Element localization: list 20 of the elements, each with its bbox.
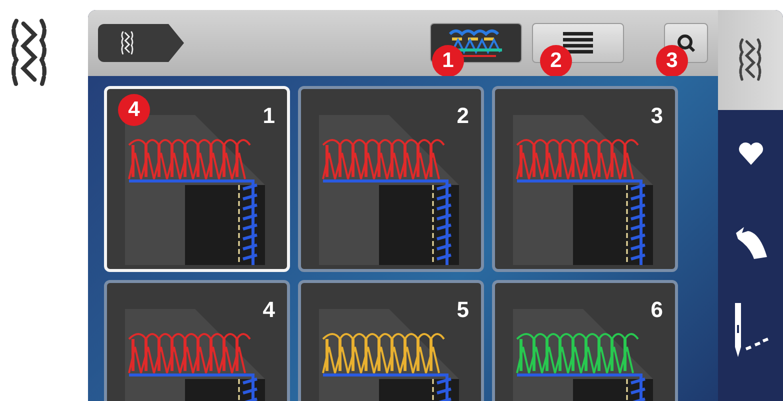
search-icon [676,33,696,53]
stitch-icon [737,38,764,82]
list-icon [563,32,593,54]
number-callout-tooltip: 3 [656,45,688,77]
stitch-tile[interactable]: 4 [104,280,290,401]
heart-icon [738,142,764,166]
stitch-tile[interactable]: 5 [298,280,484,401]
stitch-tile[interactable]: 6 [492,280,678,401]
stitch-tile[interactable]: 3 [492,86,678,272]
tile-number: 3 [650,103,663,129]
tile-number: 5 [456,297,469,323]
stitch-icon [120,31,134,55]
tile-number: 1 [262,103,275,129]
needle-icon [732,303,768,357]
breadcrumb-tab[interactable] [98,24,184,62]
side-tab[interactable] [718,10,783,110]
stitch-tile[interactable]: 2 [298,86,484,272]
tile-number: 4 [262,297,275,323]
tile-number: 2 [456,103,469,129]
tile-number: 6 [650,297,663,323]
